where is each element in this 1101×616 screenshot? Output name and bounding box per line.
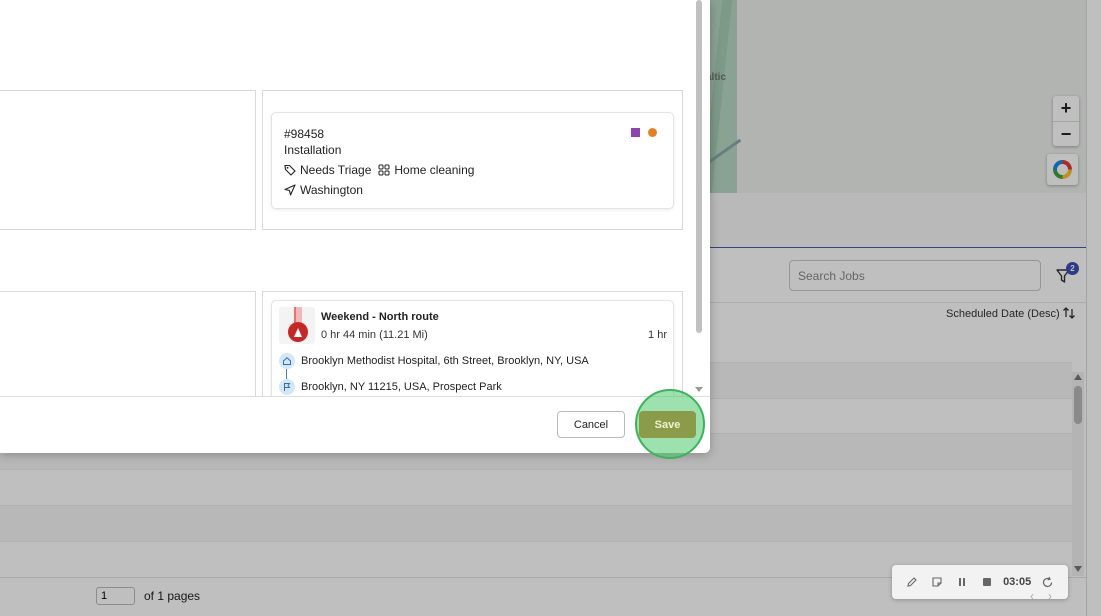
route-end-address: Brooklyn, NY 11215, USA, Prospect Park [301,381,502,393]
route-length: 1 hr [648,329,667,341]
route-duration: 0 hr 44 min (11.21 Mi) [321,329,428,341]
flag-icon [279,379,295,395]
job-color-square [631,128,640,137]
chevron-left-icon[interactable]: ‹ [1030,589,1048,603]
job-card[interactable]: #98458 Installation Needs Triage Home cl… [271,112,674,209]
job-section-left-panel [0,90,256,230]
stop-icon[interactable] [974,565,999,599]
navigation-pin-icon [288,322,308,342]
scroll-down-icon[interactable] [695,387,703,392]
pen-icon[interactable] [900,565,925,599]
job-status-dot [648,128,657,137]
cancel-button[interactable]: Cancel [557,411,625,438]
job-location-label: Washington [300,183,363,197]
home-icon [279,353,295,369]
route-section-right-panel: Weekend - North route 0 hr 44 min (11.21… [262,291,683,396]
route-name: Weekend - North route [321,311,439,323]
job-location: Washington [284,183,363,197]
route-end-stop: Brooklyn, NY 11215, USA, Prospect Park [279,379,502,395]
note-icon[interactable] [925,565,950,599]
pager-arrows: ‹› [1030,589,1066,603]
job-tag-label: Needs Triage [300,163,372,177]
job-category-label: Home cleaning [394,163,475,177]
route-card[interactable]: Weekend - North route 0 hr 44 min (11.21… [271,300,674,396]
chevron-right-icon[interactable]: › [1048,589,1066,603]
pause-icon[interactable] [950,565,975,599]
edit-job-modal: #98458 Installation Needs Triage Home cl… [0,0,710,453]
navigation-arrow-icon [284,184,296,196]
route-map-thumbnail [279,307,315,344]
route-section-left-panel [0,291,256,396]
modal-scrollbar[interactable] [695,0,703,396]
category-icon [378,164,390,176]
modal-body: #98458 Installation Needs Triage Home cl… [0,0,710,396]
job-id: #98458 [284,127,325,141]
job-section-right-panel: #98458 Installation Needs Triage Home cl… [262,90,683,230]
recording-timer: 03:05 [1003,576,1032,588]
job-type: Installation [284,143,342,157]
modal-scrollbar-thumb[interactable] [696,0,702,333]
save-button[interactable]: Save [639,411,696,438]
route-start-stop: Brooklyn Methodist Hospital, 6th Street,… [279,353,589,369]
tag-icon [284,164,296,176]
route-start-address: Brooklyn Methodist Hospital, 6th Street,… [301,355,589,367]
job-tags: Needs Triage Home cleaning [284,163,474,177]
